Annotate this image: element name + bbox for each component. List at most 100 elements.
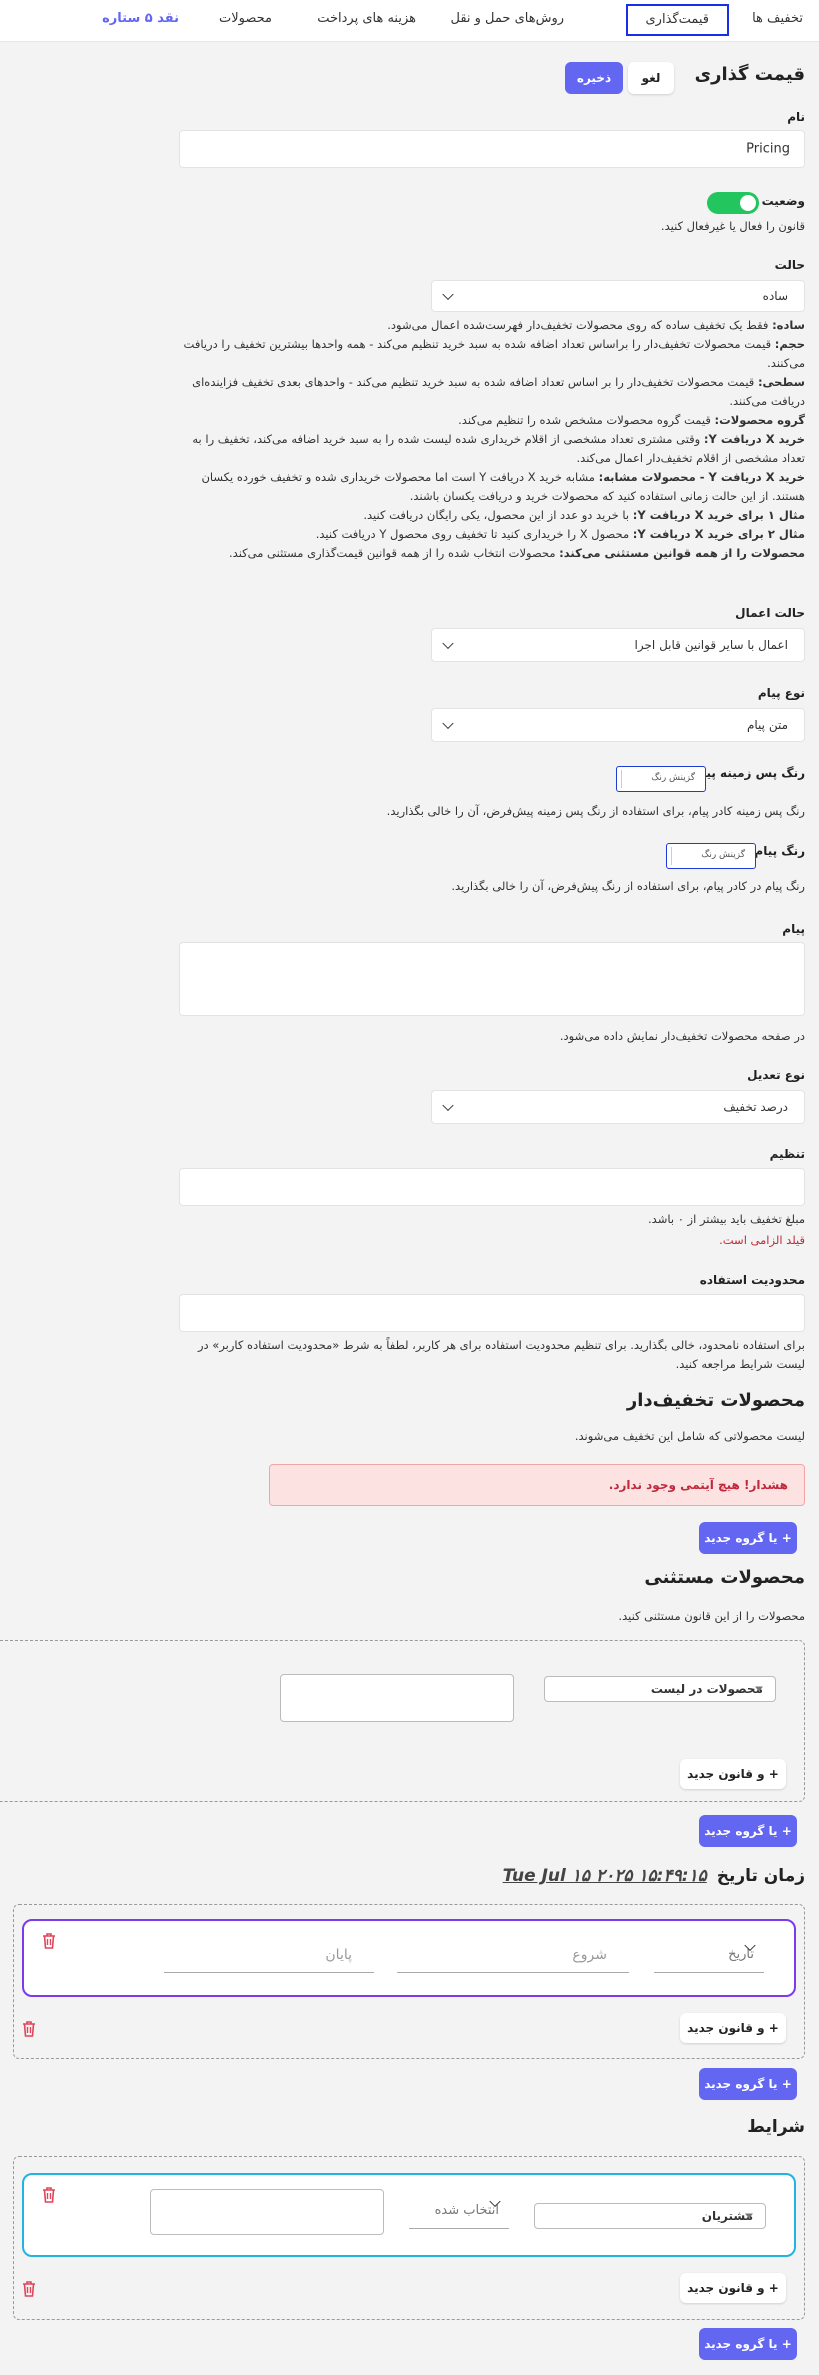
save-button[interactable]: ذخیره — [565, 62, 623, 94]
mode-value: ساده — [762, 289, 788, 303]
message-help: در صفحه محصولات تخفیف‌دار نمایش داده می‌… — [559, 1029, 805, 1043]
status-help: قانون را فعال یا غیرفعال کنید. — [660, 219, 805, 233]
adjust-help: مبلغ تخفیف باید بیشتر از ۰ باشد. — [648, 1212, 805, 1226]
top-nav: تخفیف ها قیمت‌گذاری روش‌های حمل و نقل هز… — [0, 0, 819, 42]
mode-desc-volume: حجم: قیمت محصولات تخفیف‌دار را براساس تع… — [183, 337, 805, 370]
msg-color-picker[interactable]: گزینش رنگ — [666, 843, 756, 869]
adjust-input[interactable] — [179, 1168, 805, 1206]
message-textarea[interactable] — [179, 942, 805, 1016]
conditions-rule: مشتریان انتخاب شده — [22, 2173, 796, 2257]
condition-operator-value: انتخاب شده — [434, 2203, 499, 2218]
mode-select[interactable]: ساده — [431, 280, 805, 312]
adjust-type-label: نوع تعدیل — [747, 1068, 805, 1082]
condition-operator-select[interactable]: انتخاب شده — [409, 2195, 509, 2229]
apply-mode-value: اعمال با سایر قوانین قابل اجرا — [634, 638, 788, 652]
tab-pricing[interactable]: قیمت‌گذاری — [625, 4, 729, 36]
excluded-select-value: محصولات در لیست — [650, 1682, 763, 1696]
mode-desc-exclude: محصولات را از همه قوانین مستثنی می‌کند: … — [229, 546, 805, 560]
tab-five-star-review[interactable]: نقد ۵ ستاره — [102, 8, 179, 34]
tab-shipping[interactable]: روش‌های حمل و نقل — [450, 8, 564, 34]
add-or-group-button[interactable]: + یا گروه جدید — [699, 1815, 797, 1847]
excluded-products-value-input[interactable] — [280, 1674, 514, 1722]
message-type-value: متن پیام — [746, 718, 788, 732]
conditions-rule-group: مشتریان انتخاب شده + و قانون جدید — [13, 2156, 805, 2320]
status-label: وضعیت — [761, 194, 805, 208]
mode-descriptions: ساده: فقط یک تخفیف ساده که روی محصولات ت… — [175, 316, 805, 563]
add-and-rule-button[interactable]: + و قانون جدید — [680, 2273, 786, 2303]
excluded-products-help: محصولات را از این قانون مستثنی کنید. — [618, 1609, 805, 1623]
msg-bg-color-help: رنگ پس زمینه کادر پیام، برای استفاده از … — [386, 804, 805, 818]
adjust-error: قیلد الزامی است. — [719, 1233, 805, 1247]
message-label: پیام — [782, 922, 805, 936]
usage-limit-label: محدودیت استفاده — [699, 1273, 805, 1287]
start-placeholder: شروع — [572, 1947, 607, 1963]
excluded-products-select[interactable]: محصولات در لیست — [544, 1676, 776, 1702]
adjust-type-select[interactable]: درصد تخفیف — [431, 1090, 805, 1124]
add-and-rule-button[interactable]: + و قانون جدید — [680, 2013, 786, 2043]
msg-bg-color-picker[interactable]: گزینش رنگ — [616, 766, 706, 792]
color-picker-label: گزینش رنگ — [651, 773, 695, 783]
chevron-down-icon — [442, 637, 454, 650]
trash-icon[interactable] — [22, 2021, 36, 2037]
tab-payment-fees[interactable]: هزینه های پرداخت — [317, 8, 416, 34]
warning-text: هشدار! هیچ آیتمی وجود ندارد. — [608, 1478, 788, 1492]
mode-desc-tiered: سطحی: قیمت محصولات تخفیف‌دار را بر اساس … — [192, 375, 805, 408]
name-input[interactable]: Pricing — [179, 130, 805, 168]
mode-desc-bxgy-same: خرید X دریافت Y - محصولات مشابه: مشابه خ… — [201, 470, 805, 503]
end-placeholder: پایان — [325, 1947, 352, 1963]
add-or-group-button[interactable]: + یا گروه جدید — [699, 2328, 797, 2360]
message-type-select[interactable]: متن پیام — [431, 708, 805, 742]
excluded-products-title: محصولات مستثنی — [644, 1567, 805, 1588]
condition-value-input[interactable] — [150, 2189, 384, 2235]
trash-icon[interactable] — [42, 2187, 56, 2203]
chevron-down-icon — [442, 288, 454, 301]
status-toggle[interactable] — [707, 192, 759, 214]
tab-discounts[interactable]: تخفیف ها — [752, 8, 803, 34]
current-datetime: Tue Jul ۱۵ ۲۰۲۵ ۱۵:۴۹:۱۵ — [502, 1866, 707, 1886]
adjust-label: تنظیم — [769, 1147, 805, 1161]
conditions-title: شرایط — [747, 2117, 805, 2137]
add-or-group-button[interactable]: + یا گروه جدید — [699, 1522, 797, 1554]
excluded-rule-group: محصولات در لیست + و قانون جدید — [0, 1640, 805, 1802]
trash-icon[interactable] — [22, 2281, 36, 2297]
page-title: قیمت گذاری — [694, 64, 805, 85]
dropdown-arrow-icon — [745, 2213, 753, 2219]
color-swatch — [671, 847, 697, 865]
usage-limit-help: برای استفاده نامحدود، خالی بگذارید. برای… — [197, 1338, 805, 1371]
add-and-rule-button[interactable]: + و قانون جدید — [680, 1759, 786, 1789]
msg-color-help: رنگ پیام در کادر پیام، برای استفاده از ر… — [451, 879, 805, 893]
mode-desc-example1: مثال ۱ برای خرید X دریافت Y: با خرید دو … — [363, 508, 805, 522]
mode-desc-simple: ساده: فقط یک تخفیف ساده که روی محصولات ت… — [387, 318, 805, 332]
mode-desc-group: گروه محصولات: قیمت گروه محصولات مشخص شده… — [458, 413, 805, 427]
name-label: نام — [787, 110, 805, 124]
datetime-section: زمان تاریخ Tue Jul ۱۵ ۲۰۲۵ ۱۵:۴۹:۱۵ — [503, 1866, 805, 1886]
color-swatch — [621, 770, 647, 788]
mode-desc-bxgy: خرید X دریافت Y: وقتی مشتری تعداد مشخصی … — [192, 432, 805, 465]
add-or-group-button[interactable]: + یا گروه جدید — [699, 2068, 797, 2100]
msg-bg-color-label: رنگ پس زمینه پیام — [693, 766, 805, 780]
start-date-input[interactable]: شروع — [397, 1941, 629, 1973]
mode-desc-example2: مثال ۲ برای خرید X دریافت Y: محصول X را … — [315, 527, 805, 541]
message-type-label: نوع پیام — [757, 686, 805, 700]
msg-color-label: رنگ پیام — [754, 844, 805, 858]
toggle-knob — [740, 195, 756, 211]
empty-items-warning: هشدار! هیچ آیتمی وجود ندارد. — [269, 1464, 805, 1506]
end-date-input[interactable]: پایان — [164, 1941, 374, 1973]
adjust-type-value: درصد تخفیف — [723, 1100, 788, 1114]
apply-mode-select[interactable]: اعمال با سایر قوانین قابل اجرا — [431, 628, 805, 662]
name-value: Pricing — [746, 141, 790, 157]
trash-icon[interactable] — [42, 1933, 56, 1949]
dropdown-arrow-icon — [755, 1686, 763, 1692]
datetime-rule-group: تاریخ شروع پایان + و قانون جدید — [13, 1904, 805, 2059]
tab-products[interactable]: محصولات — [219, 8, 272, 34]
discounted-products-help: لیست محصولاتی که شامل این تخفیف می‌شوند. — [574, 1429, 805, 1443]
condition-type-select[interactable]: مشتریان — [534, 2203, 766, 2229]
apply-mode-label: حالت اعمال — [735, 606, 805, 620]
chevron-down-icon — [442, 717, 454, 730]
mode-label: حالت — [774, 258, 805, 272]
usage-limit-input[interactable] — [179, 1294, 805, 1332]
cancel-button[interactable]: لغو — [628, 62, 674, 94]
date-type-select[interactable]: تاریخ — [654, 1939, 764, 1973]
datetime-title: زمان تاریخ — [716, 1866, 805, 1886]
chevron-down-icon — [442, 1099, 454, 1112]
